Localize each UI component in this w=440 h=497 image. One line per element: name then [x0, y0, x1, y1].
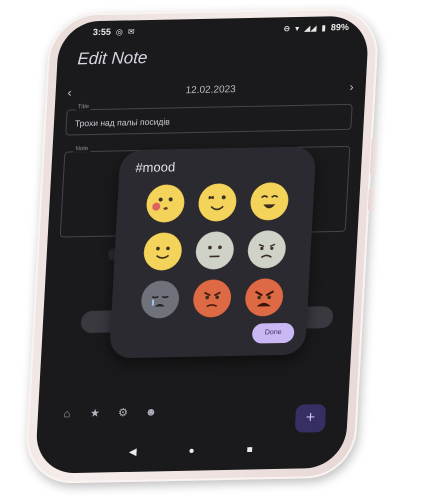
done-button[interactable]: Done: [251, 322, 295, 344]
previous-date-icon[interactable]: ‹: [67, 85, 72, 99]
recents-icon[interactable]: ■: [246, 444, 253, 455]
mood-kiss-icon[interactable]: [144, 183, 186, 224]
notification-icon: ◎: [115, 27, 124, 37]
title-field-value: Трохи над пальі посидів: [74, 116, 171, 129]
next-date-icon[interactable]: ›: [349, 80, 354, 94]
system-navigation: ◀ ● ■: [35, 443, 346, 460]
page-title: Edit Note: [76, 48, 148, 69]
note-field-label: Note: [73, 146, 91, 153]
mood-excited-icon[interactable]: [248, 181, 290, 222]
power-button: [367, 187, 376, 212]
signal-icon: ◢◢: [303, 23, 317, 33]
volume-button: [369, 137, 378, 176]
mood-dialog-title: #mood: [135, 159, 176, 176]
back-icon[interactable]: ◀: [129, 447, 137, 458]
status-bar: 3:55 ◎ ✉ ⊖ ▾ ◢◢ ▮ 89%: [58, 18, 369, 42]
mood-crying-icon[interactable]: [139, 279, 181, 320]
mood-sad-icon[interactable]: [246, 229, 288, 270]
gear-icon[interactable]: ⚙: [116, 406, 131, 420]
star-icon[interactable]: ★: [88, 407, 103, 421]
title-field-label: Title: [75, 104, 92, 111]
mood-smile-icon[interactable]: [142, 231, 184, 272]
date-selector: ‹ 12.02.2023 ›: [67, 80, 354, 100]
battery-icon: ▮: [321, 22, 327, 33]
date-label[interactable]: 12.02.2023: [185, 84, 236, 96]
status-time: 3:55: [92, 26, 112, 38]
mood-wink-tongue-icon[interactable]: [196, 182, 238, 223]
screen: 3:55 ◎ ✉ ⊖ ▾ ◢◢ ▮ 89% Edit Note ‹ 12.02.…: [34, 15, 370, 474]
home-button-icon[interactable]: ●: [188, 446, 195, 457]
mood-grid: [125, 181, 304, 320]
plus-icon[interactable]: +: [294, 404, 327, 433]
mood-furious-icon[interactable]: [243, 277, 285, 318]
battery-level: 89%: [330, 22, 350, 33]
phone: 3:55 ◎ ✉ ⊖ ▾ ◢◢ ▮ 89% Edit Note ‹ 12.02.…: [24, 7, 381, 485]
mood-dialog: #mood Done: [108, 146, 317, 359]
profile-icon[interactable]: ☻: [144, 405, 159, 419]
mood-angry-icon[interactable]: [191, 278, 233, 319]
mood-neutral-icon[interactable]: [194, 230, 236, 271]
home-icon[interactable]: ⌂: [60, 407, 75, 421]
wifi-icon: ▾: [294, 23, 300, 33]
dnd-icon: ⊖: [283, 23, 291, 33]
stage: 3:55 ◎ ✉ ⊖ ▾ ◢◢ ▮ 89% Edit Note ‹ 12.02.…: [0, 0, 440, 497]
mail-icon: ✉: [127, 26, 135, 36]
title-field[interactable]: Title Трохи над пальі посидів: [65, 103, 353, 136]
